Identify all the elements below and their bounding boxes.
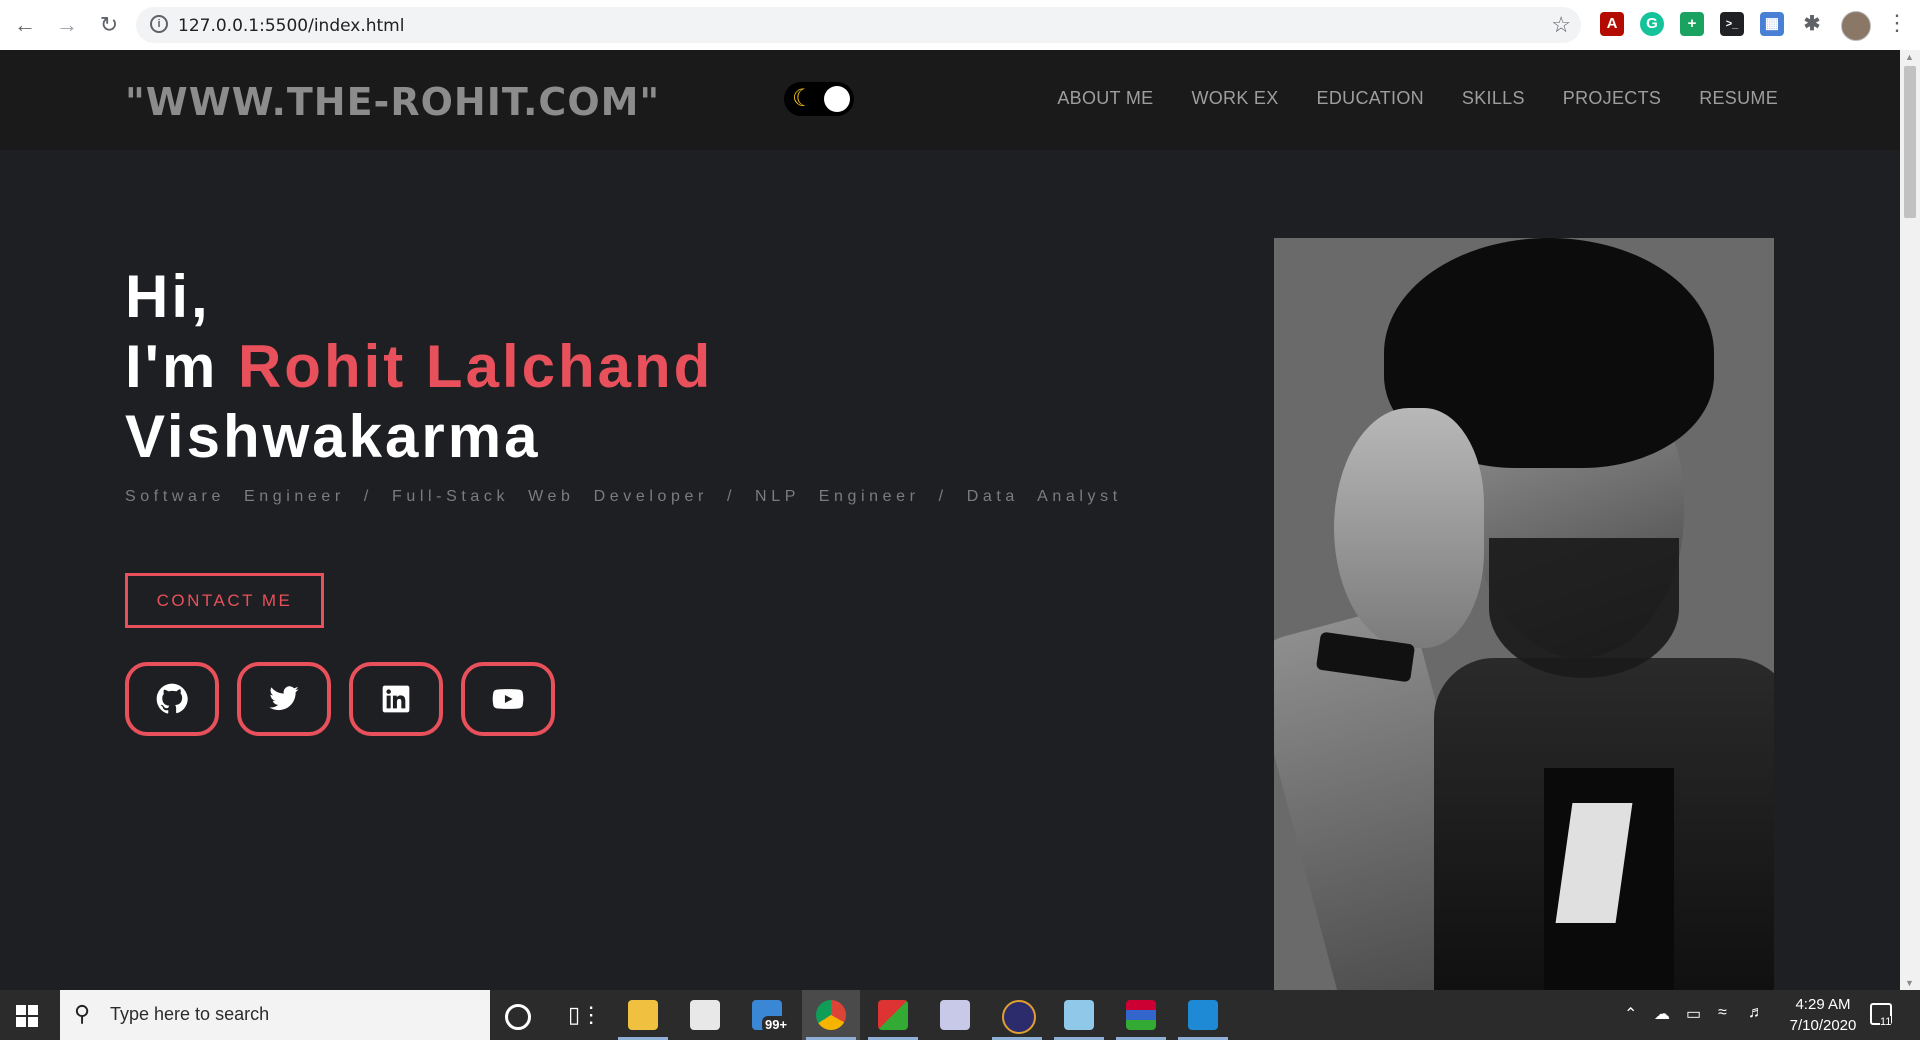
wifi-icon[interactable]: ≈ xyxy=(1718,1004,1727,1022)
site-logo[interactable]: "WWW.THE-ROHIT.COM" xyxy=(125,80,660,124)
linkedin-icon xyxy=(382,685,410,713)
eclipse-icon[interactable] xyxy=(1002,1000,1036,1034)
hero-name-rest: Vishwakarma xyxy=(125,403,541,470)
grammarly-extension-icon[interactable]: G xyxy=(1640,12,1664,36)
twitter-icon xyxy=(269,686,299,711)
taskbar-search[interactable]: ⚲ Type here to search xyxy=(60,990,490,1040)
forward-icon[interactable]: → xyxy=(54,12,80,38)
hero-text: Hi, I'm Rohit Lalchand Vishwakarma Softw… xyxy=(125,262,1122,506)
youtube-button[interactable] xyxy=(461,662,555,736)
linkedin-button[interactable] xyxy=(349,662,443,736)
clock-date: 7/10/2020 xyxy=(1789,1017,1857,1034)
mail-badge: 99+ xyxy=(762,1016,791,1033)
nav-about-me[interactable]: ABOUT ME xyxy=(1057,88,1153,109)
app-icon-2[interactable] xyxy=(1064,1000,1094,1030)
chrome-icon[interactable] xyxy=(816,1000,846,1030)
pdf-extension-icon[interactable]: A xyxy=(1600,12,1624,36)
nav-resume[interactable]: RESUME xyxy=(1699,88,1778,109)
battery-icon[interactable]: ▭ xyxy=(1686,1004,1701,1024)
nav-work-ex[interactable]: WORK EX xyxy=(1191,88,1278,109)
nav-education[interactable]: EDUCATION xyxy=(1317,88,1424,109)
site-info-icon[interactable]: i xyxy=(150,15,168,33)
onedrive-icon[interactable]: ☁ xyxy=(1654,1004,1670,1024)
hero-roles: Software Engineer / Full-Stack Web Devel… xyxy=(125,488,1122,505)
file-explorer-icon[interactable] xyxy=(628,1000,658,1030)
theme-toggle[interactable]: ☾ xyxy=(784,82,854,116)
twitter-button[interactable] xyxy=(237,662,331,736)
github-icon xyxy=(156,683,188,714)
paint-icon[interactable] xyxy=(940,1000,970,1030)
hero-name-highlight: Rohit Lalchand xyxy=(237,333,714,400)
hero-greeting: Hi, xyxy=(125,263,211,330)
github-button[interactable] xyxy=(125,662,219,736)
clock-time: 4:29 AM xyxy=(1795,996,1851,1013)
terminal-extension-icon[interactable]: >_ xyxy=(1720,12,1744,36)
scroll-down-icon[interactable]: ▼ xyxy=(1905,978,1914,988)
site-header: "WWW.THE-ROHIT.COM" ☾ ABOUT ME WORK EX E… xyxy=(0,50,1900,150)
hero-intro: I'm xyxy=(125,333,219,400)
youtube-icon xyxy=(492,689,524,709)
winrar-icon[interactable] xyxy=(1126,1000,1156,1030)
browser-toolbar: ← → ↻ i 127.0.0.1:5500/index.html ☆ A G … xyxy=(0,0,1920,51)
page-scrollbar[interactable]: ▲ ▼ xyxy=(1900,50,1920,990)
add-extension-icon[interactable]: + xyxy=(1680,12,1704,36)
search-icon: ⚲ xyxy=(74,1001,91,1026)
reload-icon[interactable]: ↻ xyxy=(96,12,122,38)
back-icon[interactable]: ← xyxy=(12,12,38,38)
taskbar: ⚲ Type here to search ▯⋮ 99+ ⌃ ☁ ▭ ≈ ♬ 4… xyxy=(0,990,1920,1040)
toggle-knob xyxy=(824,86,850,112)
browser-menu-icon[interactable]: ⋮ xyxy=(1886,10,1908,36)
profile-photo xyxy=(1274,238,1774,990)
notification-count: 11 xyxy=(1880,1016,1892,1028)
bookmark-star-icon[interactable]: ☆ xyxy=(1551,12,1571,38)
app-icon-1[interactable] xyxy=(878,1000,908,1030)
taskbar-clock[interactable]: 4:29 AM 7/10/2020 xyxy=(1773,994,1873,1036)
sheet-extension-icon[interactable]: ▦ xyxy=(1760,12,1784,36)
extensions-puzzle-icon[interactable]: ✱ xyxy=(1800,12,1824,36)
profile-avatar[interactable] xyxy=(1841,11,1871,41)
main-nav: ABOUT ME WORK EX EDUCATION SKILLS PROJEC… xyxy=(1057,88,1778,109)
volume-icon[interactable]: ♬ xyxy=(1748,1004,1764,1022)
address-url[interactable]: 127.0.0.1:5500/index.html xyxy=(178,16,404,36)
nav-projects[interactable]: PROJECTS xyxy=(1563,88,1661,109)
taskbar-search-placeholder: Type here to search xyxy=(110,1004,270,1024)
vscode-icon[interactable] xyxy=(1188,1000,1218,1030)
task-view-icon[interactable]: ▯⋮ xyxy=(568,1000,602,1030)
tray-chevron-icon[interactable]: ⌃ xyxy=(1624,1004,1637,1024)
scrollbar-thumb[interactable] xyxy=(1904,66,1916,218)
scroll-up-icon[interactable]: ▲ xyxy=(1905,52,1914,62)
contact-me-button[interactable]: CONTACT ME xyxy=(125,573,324,628)
cortana-icon[interactable] xyxy=(505,1004,531,1030)
nav-skills[interactable]: SKILLS xyxy=(1462,88,1525,109)
hero-heading: Hi, I'm Rohit Lalchand Vishwakarma xyxy=(125,262,1122,472)
windows-start-icon[interactable] xyxy=(16,1005,38,1027)
address-bar[interactable]: i 127.0.0.1:5500/index.html ☆ xyxy=(136,7,1581,43)
store-icon[interactable] xyxy=(690,1000,720,1030)
moon-icon: ☾ xyxy=(792,85,814,112)
social-links xyxy=(125,662,555,736)
